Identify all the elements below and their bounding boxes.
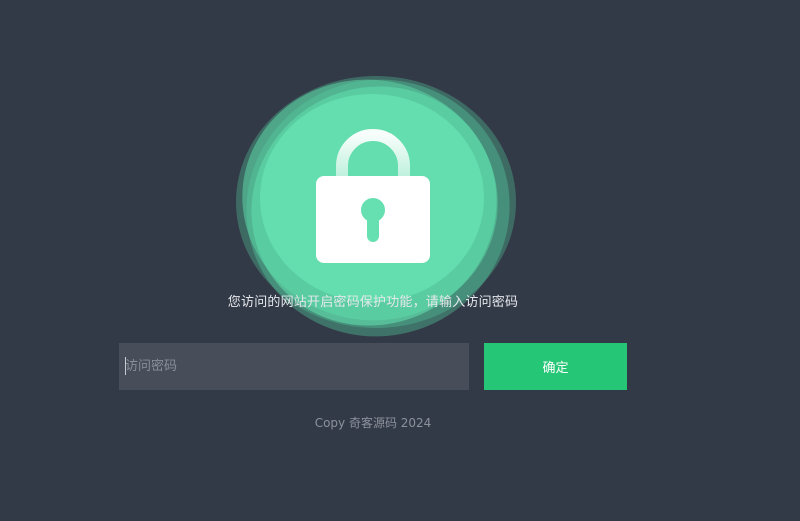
text-caret — [125, 357, 126, 375]
password-input[interactable] — [119, 343, 469, 390]
lock-icon — [312, 128, 434, 268]
password-gate-page: 您访问的网站开启密码保护功能，请输入访问密码 确定 Copy 奇客源码 2024 — [0, 0, 800, 521]
confirm-button[interactable]: 确定 — [484, 343, 627, 390]
copyright-footer: Copy 奇客源码 2024 — [314, 416, 432, 430]
password-prompt-message: 您访问的网站开启密码保护功能，请输入访问密码 — [227, 295, 519, 310]
